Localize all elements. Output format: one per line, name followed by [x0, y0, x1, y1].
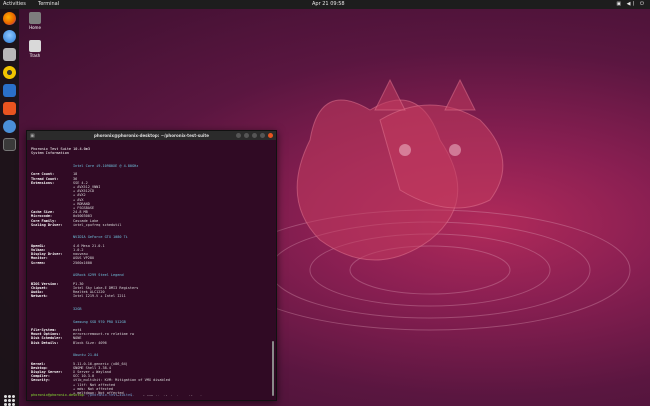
- terminal-window[interactable]: ▣ phoronix@phoronix-desktop: ~/phoronix-…: [26, 130, 277, 401]
- terminal-output[interactable]: Phoronix Test Suite 10.4.0m3 System Info…: [31, 143, 270, 396]
- rhythmbox-icon[interactable]: [3, 66, 16, 79]
- disk-section: File-System: ext4 Mount Options: errors=rem…: [31, 328, 270, 345]
- info-key: Extensions:: [31, 180, 55, 185]
- prompt-user: phoronix@phoronix-desktop: [31, 393, 84, 397]
- help-icon[interactable]: [3, 120, 16, 133]
- info-value: errors=remount-ro relatime rw: [73, 332, 135, 337]
- home-folder-icon: [29, 12, 41, 24]
- graphics-heading: NVIDIA GeForce GTX 1080 Ti: [73, 235, 128, 240]
- trash-icon: [29, 40, 41, 52]
- terminal-scrollbar[interactable]: [272, 341, 274, 396]
- trash[interactable]: Trash: [22, 40, 48, 58]
- app-menu-terminal[interactable]: Terminal: [38, 0, 59, 9]
- motherboard-section: BIOS Version: P1.30 Chipset: Intel Sky Lake…: [31, 282, 270, 299]
- activities-button[interactable]: Activities: [3, 0, 26, 9]
- os-section: Kernel: 5.11.0-16-generic (x86_64) Desktop…: [31, 362, 270, 396]
- thunderbird-icon[interactable]: [3, 30, 16, 43]
- prompt-path: :~/phoronix-test-suite$: [83, 393, 133, 397]
- info-value: 2560x1600: [73, 260, 92, 265]
- top-bar: Activities Terminal Apr 21 09:58 ▣ ◀) ⏻: [0, 0, 650, 9]
- disk-heading: Samsung SSD 970 PRO 512GB: [73, 319, 126, 324]
- search-icon[interactable]: [236, 133, 241, 138]
- info-value: intel_cpufreq schedutil: [73, 222, 122, 227]
- pts-header: Phoronix Test Suite 10.4.0m3 System Info…: [31, 147, 91, 156]
- ubuntu-software-icon[interactable]: [3, 102, 16, 115]
- motherboard-heading: ASRock X299 Steel Legend: [73, 273, 124, 278]
- terminal-titlebar[interactable]: ▣ phoronix@phoronix-desktop: ~/phoronix-…: [27, 131, 276, 140]
- hamburger-menu-icon[interactable]: [244, 133, 249, 138]
- dock: [0, 9, 19, 406]
- info-key: Disk Details:: [31, 340, 59, 345]
- info-row: Disk Details: Block Size: 4096: [31, 341, 270, 345]
- libreoffice-writer-icon[interactable]: [3, 84, 16, 97]
- clock[interactable]: Apr 21 09:58: [312, 0, 345, 9]
- os-heading: Ubuntu 21.04: [73, 353, 99, 358]
- memory-heading: 32GB: [73, 306, 82, 311]
- show-applications-icon[interactable]: [4, 395, 15, 406]
- info-row: Screen: 2560x1600: [31, 261, 270, 265]
- info-key: Scaling Driver:: [31, 222, 63, 227]
- info-row: Extensions: SSE 4.2 + AVX512_VNNI + AVX51…: [31, 181, 270, 210]
- gpu-section: OpenGL: 4.6 Mesa 21.0.1 Vulkan: 1.0.2 Displa…: [31, 244, 270, 265]
- firefox-icon[interactable]: [3, 12, 16, 25]
- home-folder-label: Home: [29, 25, 41, 30]
- terminal-icon[interactable]: [3, 138, 16, 151]
- cpu-section: Core Count: 18 Thread Count: 36 Extensions: S…: [31, 172, 270, 227]
- trash-label: Trash: [29, 53, 41, 58]
- info-value: Intel I219-V + Intel I211: [73, 294, 126, 299]
- home-folder[interactable]: Home: [22, 12, 48, 30]
- files-icon[interactable]: [3, 48, 16, 61]
- info-row: Network: Intel I219-V + Intel I211: [31, 294, 270, 298]
- info-key: Screen:: [31, 260, 46, 265]
- info-row: Scaling Driver: intel_cpufreq schedutil: [31, 223, 270, 227]
- maximize-icon[interactable]: [260, 133, 265, 138]
- shell-prompt[interactable]: phoronix@phoronix-desktop:~/phoronix-tes…: [31, 393, 132, 397]
- system-tray[interactable]: ▣ ◀) ⏻: [616, 0, 646, 9]
- info-value: SSE 4.2 + AVX512_VNNI + AVX512CD + AVX2 …: [73, 180, 101, 211]
- close-icon[interactable]: [268, 133, 273, 138]
- minimize-icon[interactable]: [252, 133, 257, 138]
- info-value: Block Size: 4096: [73, 340, 107, 345]
- processor-heading: Intel Core i9-10980XE @ 4.80GHz: [73, 164, 139, 169]
- info-key: Network:: [31, 294, 48, 299]
